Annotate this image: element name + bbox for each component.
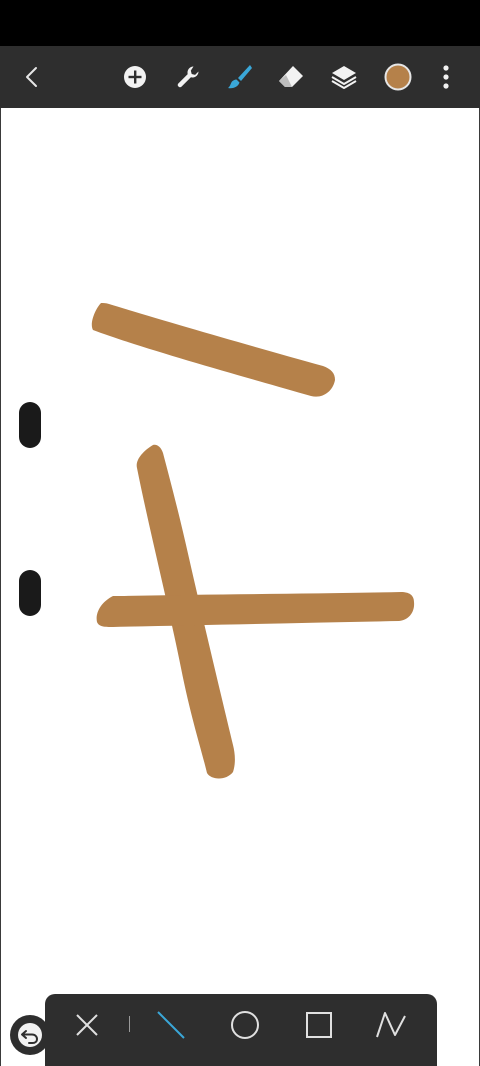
polyline-icon: [376, 1012, 406, 1038]
back-button[interactable]: [8, 46, 56, 108]
shape-line-button[interactable]: [143, 994, 199, 1056]
top-toolbar: [0, 46, 480, 108]
shape-rectangle-button[interactable]: [291, 994, 347, 1056]
shape-divider: [129, 1016, 130, 1032]
layers-icon: [331, 66, 357, 89]
undo-button[interactable]: [10, 1015, 50, 1055]
add-button[interactable]: [111, 46, 159, 108]
shape-toolbar: [45, 994, 437, 1066]
more-button[interactable]: [422, 46, 470, 108]
layers-button[interactable]: [320, 46, 368, 108]
settings-button[interactable]: [164, 46, 212, 108]
status-bar: [0, 0, 480, 46]
circle-icon: [231, 1011, 259, 1039]
shape-polyline-button[interactable]: [363, 994, 419, 1056]
color-picker-button[interactable]: [374, 46, 422, 108]
close-icon: [76, 1014, 98, 1036]
canvas-strokes: [91, 303, 415, 779]
chevron-left-icon: [26, 67, 37, 87]
brush-size-handle[interactable]: [19, 402, 41, 448]
undo-icon: [18, 1023, 42, 1047]
line-icon: [157, 1011, 185, 1039]
shape-circle-button[interactable]: [217, 994, 273, 1056]
drawing-canvas[interactable]: [0, 108, 480, 1066]
shape-close-button[interactable]: [59, 994, 115, 1056]
rectangle-icon: [306, 1012, 332, 1038]
brush-stroke: [96, 592, 415, 627]
color-swatch: [384, 63, 412, 91]
more-vertical-icon: [443, 65, 449, 89]
plus-circle-icon: [124, 66, 146, 88]
brush-button[interactable]: [215, 46, 263, 108]
eraser-icon: [279, 66, 303, 87]
brush-icon: [228, 65, 252, 89]
eraser-button[interactable]: [267, 46, 315, 108]
wrench-icon: [177, 66, 199, 88]
brush-stroke: [91, 303, 335, 397]
brush-opacity-handle[interactable]: [19, 570, 41, 616]
